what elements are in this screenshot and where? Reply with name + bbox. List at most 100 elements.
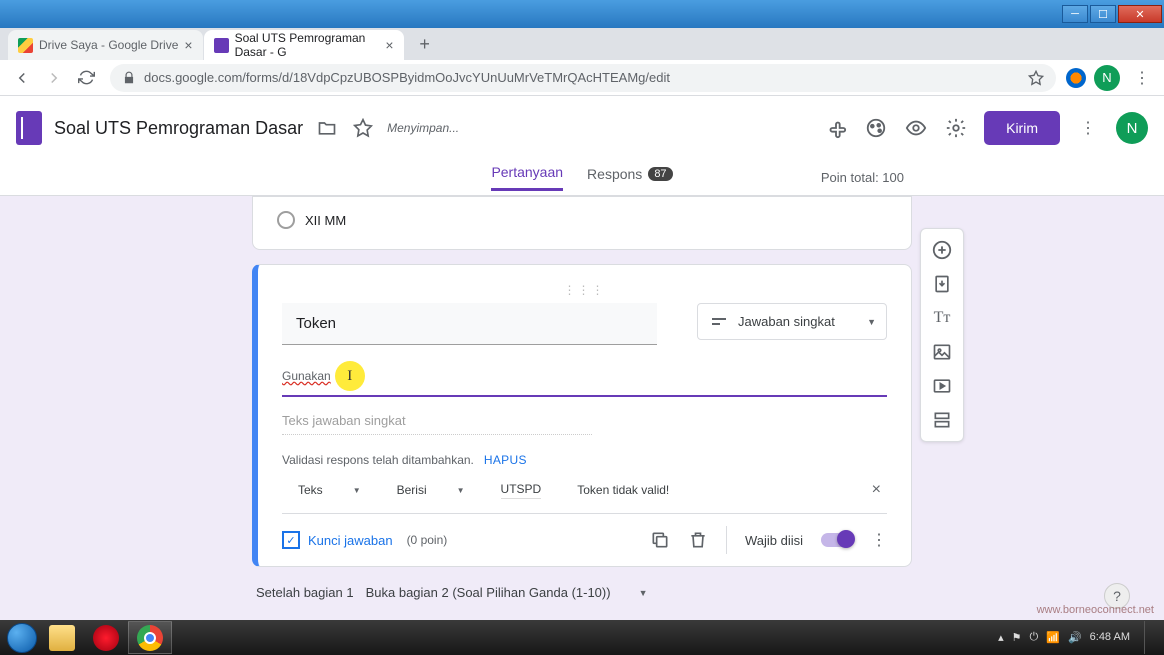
required-label: Wajib diisi	[745, 533, 803, 548]
send-button[interactable]: Kirim	[984, 111, 1060, 145]
clock[interactable]: 6:48 AM	[1090, 631, 1130, 643]
forms-favicon	[214, 38, 229, 53]
question-title-input[interactable]: Token	[282, 303, 657, 345]
floating-toolbar: Tᴛ	[920, 228, 964, 442]
account-avatar[interactable]: N	[1116, 112, 1148, 144]
description-input[interactable]: Gunakan I	[282, 361, 887, 397]
browser-tab-drive[interactable]: Drive Saya - Google Drive ×	[8, 30, 203, 60]
browser-tab-forms[interactable]: Soal UTS Pemrograman Dasar - G ×	[204, 30, 404, 60]
more-menu[interactable]: ⋮	[1076, 116, 1100, 140]
reload-button[interactable]	[72, 64, 100, 92]
validation-type-select[interactable]: Teks▼	[298, 483, 361, 497]
system-tray[interactable]: ▴ ⚑ ⏻ 📶 🔊 6:48 AM	[998, 621, 1160, 654]
after-section-row: Setelah bagian 1 Buka bagian 2 (Soal Pil…	[252, 581, 912, 600]
add-section-button[interactable]	[926, 405, 958, 435]
star-icon[interactable]	[1028, 70, 1044, 86]
answer-placeholder: Teks jawaban singkat	[282, 413, 592, 435]
duplicate-icon[interactable]	[650, 530, 670, 550]
tab-close-icon[interactable]: ×	[184, 37, 192, 53]
radio-option[interactable]: XII MM	[277, 211, 887, 229]
tray-power-icon[interactable]: ⏻	[1030, 631, 1039, 644]
question-more-menu[interactable]: ⋮	[871, 530, 887, 550]
import-questions-button[interactable]	[926, 269, 958, 299]
chevron-down-icon: ▼	[353, 486, 361, 495]
remove-row-icon[interactable]: ×	[872, 481, 881, 499]
chevron-down-icon: ▼	[867, 317, 876, 327]
description-text: Gunakan	[282, 369, 331, 383]
validation-settings: Teks▼ Berisi▼ UTSPD Token tidak valid! ×	[282, 481, 887, 513]
check-icon: ✓	[282, 531, 300, 549]
extension-icon[interactable]	[1066, 68, 1086, 88]
forward-button[interactable]	[40, 64, 68, 92]
required-toggle[interactable]	[821, 533, 853, 547]
radio-icon	[277, 211, 295, 229]
watermark: www.borneoconnect.net	[1037, 604, 1154, 616]
validation-condition-select[interactable]: Berisi▼	[397, 483, 465, 497]
points-label: (0 poin)	[407, 533, 448, 547]
drag-handle-icon[interactable]: ⋮⋮⋮	[282, 283, 887, 297]
folder-icon[interactable]	[315, 116, 339, 140]
preview-icon[interactable]	[904, 116, 928, 140]
windows-taskbar: ▴ ⚑ ⏻ 📶 🔊 6:48 AM	[0, 620, 1164, 655]
tab-questions[interactable]: Pertanyaan	[491, 164, 563, 191]
add-question-button[interactable]	[926, 235, 958, 265]
profile-avatar[interactable]: N	[1094, 65, 1120, 91]
theme-icon[interactable]	[864, 116, 888, 140]
forms-tabs: Pertanyaan Respons 87 Poin total: 100	[0, 160, 1164, 196]
lock-icon	[122, 71, 136, 85]
validation-value-input[interactable]: UTSPD	[501, 482, 542, 499]
show-desktop-button[interactable]	[1144, 621, 1156, 654]
forms-header: Soal UTS Pemrograman Dasar Menyimpan... …	[0, 96, 1164, 160]
chrome-menu[interactable]: ⋮	[1128, 64, 1156, 92]
after-section-dropdown[interactable]: Buka bagian 2 (Soal Pilihan Ganda (1-10)…	[366, 585, 648, 600]
tab-title: Soal UTS Pemrograman Dasar - G	[235, 31, 380, 59]
tray-network-icon[interactable]: 📶	[1046, 631, 1060, 644]
addons-icon[interactable]	[824, 116, 848, 140]
tray-chevron-icon[interactable]: ▴	[998, 631, 1004, 644]
add-title-button[interactable]: Tᴛ	[926, 303, 958, 333]
delete-icon[interactable]	[688, 530, 708, 550]
back-button[interactable]	[8, 64, 36, 92]
tray-volume-icon[interactable]: 🔊	[1068, 631, 1082, 644]
active-question-card: ⋮⋮⋮ Token Jawaban singkat ▼ Gunakan I Te…	[252, 264, 912, 567]
tab-responses[interactable]: Respons 87	[587, 164, 673, 191]
window-close[interactable]: ✕	[1118, 5, 1162, 23]
type-label: Jawaban singkat	[738, 314, 835, 329]
after-section-label: Setelah bagian 1	[256, 585, 354, 600]
window-titlebar: ─ ☐ ✕	[0, 0, 1164, 28]
star-icon[interactable]	[351, 116, 375, 140]
previous-question-card[interactable]: XII MM	[252, 196, 912, 250]
responses-label: Respons	[587, 166, 642, 182]
browser-tab-strip: Drive Saya - Google Drive × Soal UTS Pem…	[0, 28, 1164, 60]
settings-icon[interactable]	[944, 116, 968, 140]
points-total: Poin total: 100	[821, 170, 904, 185]
start-button[interactable]	[4, 620, 40, 655]
drive-favicon	[18, 38, 33, 53]
taskbar-explorer[interactable]	[40, 621, 84, 654]
address-bar[interactable]: docs.google.com/forms/d/18VdpCpzUBOSPByi…	[110, 64, 1056, 92]
window-minimize[interactable]: ─	[1062, 5, 1088, 23]
tab-title: Drive Saya - Google Drive	[39, 38, 178, 52]
validation-error-input[interactable]: Token tidak valid!	[577, 483, 669, 497]
chevron-down-icon: ▼	[639, 588, 648, 598]
document-title[interactable]: Soal UTS Pemrograman Dasar	[54, 118, 303, 139]
window-maximize[interactable]: ☐	[1090, 5, 1116, 23]
tray-flag-icon[interactable]: ⚑	[1012, 631, 1022, 644]
saving-status: Menyimpan...	[387, 121, 459, 135]
remove-validation-link[interactable]: HAPUS	[484, 453, 527, 467]
text-cursor: I	[335, 361, 365, 391]
question-title: Token	[296, 315, 643, 332]
add-video-button[interactable]	[926, 371, 958, 401]
option-label: XII MM	[305, 213, 346, 228]
question-footer: ✓ Kunci jawaban (0 poin) Wajib diisi ⋮	[282, 513, 887, 566]
tab-close-icon[interactable]: ×	[385, 37, 393, 53]
forms-logo[interactable]	[16, 111, 42, 145]
add-image-button[interactable]	[926, 337, 958, 367]
taskbar-chrome[interactable]	[128, 621, 172, 654]
short-answer-icon	[712, 316, 728, 328]
question-type-dropdown[interactable]: Jawaban singkat ▼	[697, 303, 887, 340]
validation-message: Validasi respons telah ditambahkan.	[282, 453, 474, 467]
taskbar-opera[interactable]	[84, 621, 128, 654]
new-tab-button[interactable]: +	[411, 30, 439, 58]
answer-key-button[interactable]: ✓ Kunci jawaban	[282, 531, 393, 549]
